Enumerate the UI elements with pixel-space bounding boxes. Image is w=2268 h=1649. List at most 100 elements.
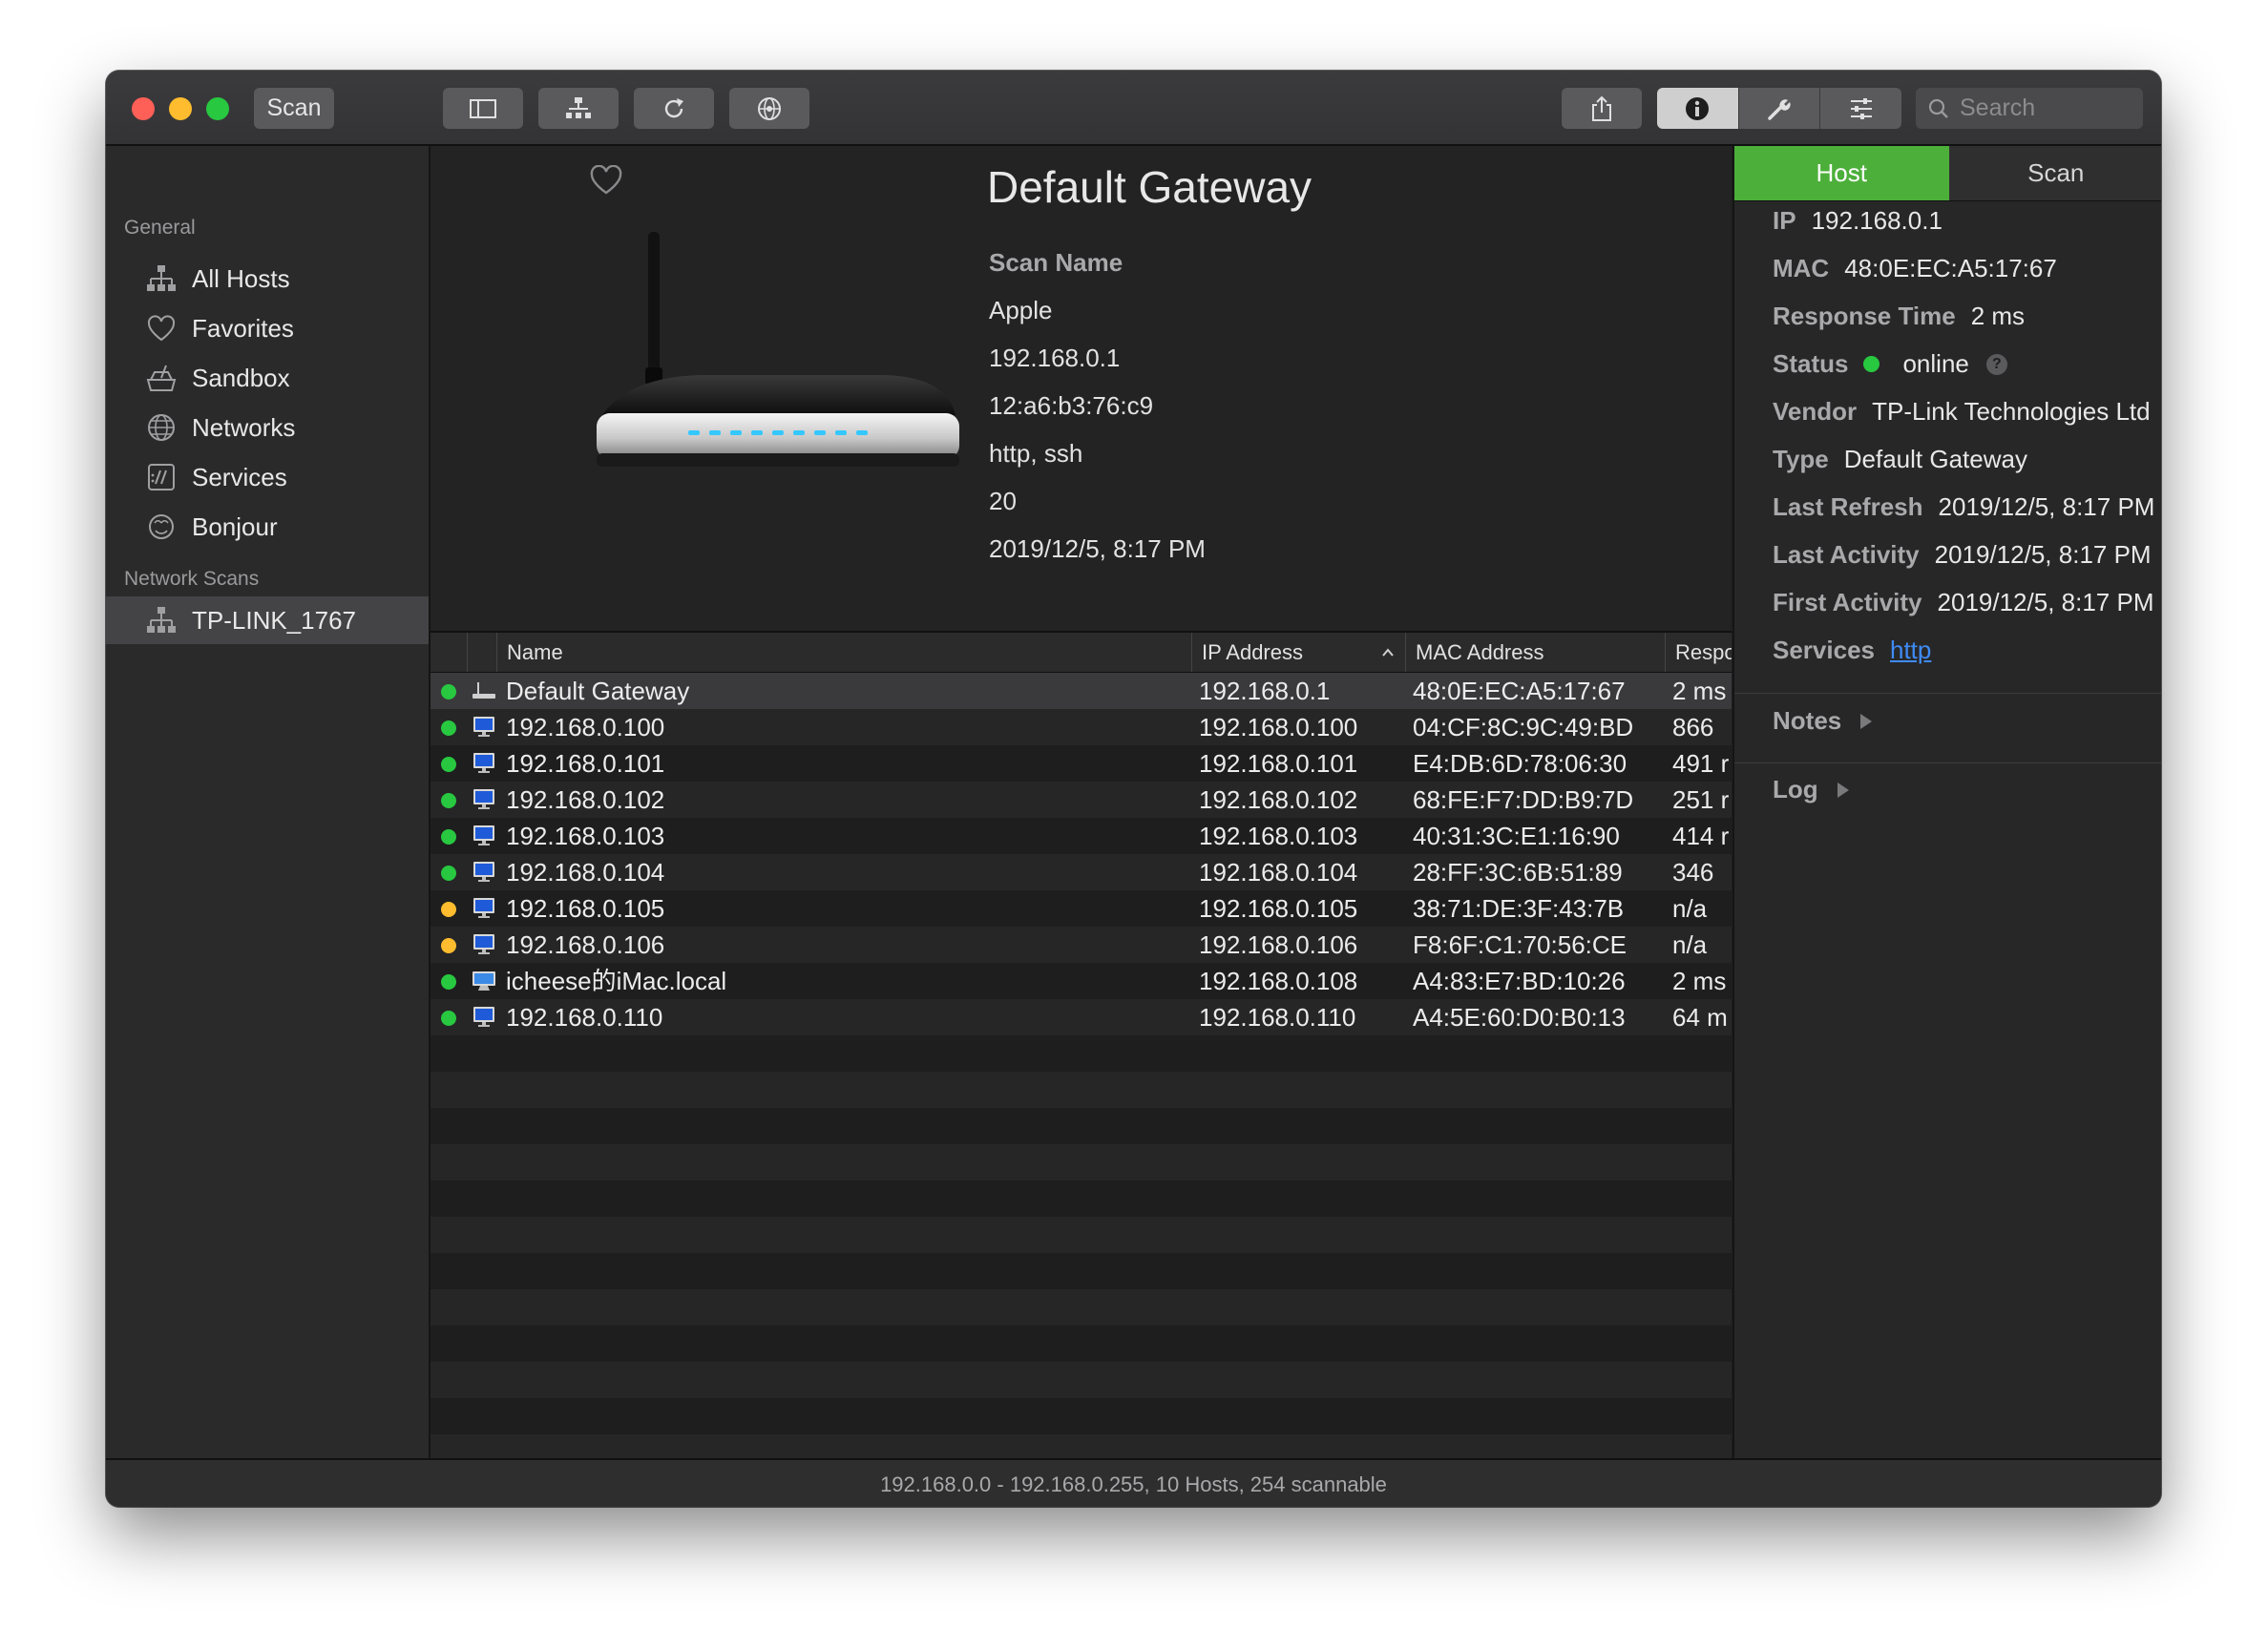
network-globe-button[interactable] <box>729 88 809 129</box>
host-response: 414 r <box>1672 822 1730 850</box>
sliders-icon <box>1850 97 1872 119</box>
favorite-heart-icon[interactable] <box>589 165 623 196</box>
detail-date-value: 2019/12/5, 8:17 PM <box>989 534 1206 563</box>
notes-disclosure[interactable]: Notes <box>1773 706 1873 736</box>
host-response: 2 ms <box>1672 967 1727 995</box>
host-response: n/a <box>1672 894 1708 923</box>
host-mac: F8:6F:C1:70:56:CE <box>1413 930 1627 959</box>
status-dot <box>441 720 456 736</box>
table-row[interactable]: 192.168.0.100 192.168.0.100 04:CF:8C:9C:49… <box>430 709 1732 745</box>
table-row[interactable]: icheese的iMac.local 192.168.0.108 A4:83:E7:… <box>430 963 1732 999</box>
host-mac: 28:FF:3C:6B:51:89 <box>1413 858 1623 887</box>
host-ip: 192.168.0.110 <box>1199 1003 1356 1032</box>
sidebar-item-tp-link-scan[interactable]: TP-LINK_1767 <box>106 596 429 644</box>
info-icon <box>1686 96 1710 120</box>
type-label: Type <box>1773 445 1829 473</box>
sidebar-item-sandbox[interactable]: Sandbox <box>106 354 429 402</box>
network-map-button[interactable] <box>538 88 619 129</box>
host-ip: 192.168.0.104 <box>1199 858 1358 887</box>
sidebar-item-all-hosts[interactable]: All Hosts <box>106 255 429 303</box>
zoom-window-button[interactable] <box>206 97 229 120</box>
table-row[interactable]: 192.168.0.101 192.168.0.101 E4:DB:6D:78:06… <box>430 745 1732 782</box>
host-title: Default Gateway <box>987 162 1312 212</box>
help-icon[interactable]: ? <box>1985 353 2007 375</box>
mac-column-header[interactable]: MAC Address <box>1405 633 1665 672</box>
inspector-panel: Host Scan IP 192.168.0.1 MAC 48:0E:EC:A5… <box>1732 146 2161 1458</box>
host-name: icheese的iMac.local <box>506 967 727 995</box>
host-ip: 192.168.0.106 <box>1199 930 1358 959</box>
table-row[interactable]: 192.168.0.106 192.168.0.106 F8:6F:C1:70:56… <box>430 927 1732 963</box>
last-activity-label: Last Activity <box>1773 540 1920 569</box>
inspector-tabs: Host Scan <box>1734 146 2161 201</box>
share-button[interactable] <box>1562 88 1642 129</box>
sidebar-item-networks[interactable]: Networks <box>106 404 429 451</box>
scan-button[interactable]: Scan <box>254 88 334 129</box>
host-ip: 192.168.0.1 <box>1199 677 1331 705</box>
tab-scan[interactable]: Scan <box>1948 146 2161 200</box>
sidebar-item-label: Services <box>192 462 287 491</box>
services-label: Services <box>1773 636 1875 664</box>
host-mac: A4:83:E7:BD:10:26 <box>1413 967 1626 995</box>
table-row-empty <box>430 1289 1732 1325</box>
host-mac: 04:CF:8C:9C:49:BD <box>1413 713 1634 741</box>
last-refresh-label: Last Refresh <box>1773 492 1923 521</box>
table-row[interactable]: 192.168.0.104 192.168.0.104 28:FF:3C:6B:51… <box>430 854 1732 890</box>
settings-tab-button[interactable] <box>1820 88 1902 129</box>
sidebar-toggle-button[interactable] <box>443 88 523 129</box>
tools-tab-button[interactable] <box>1738 88 1821 129</box>
minimize-window-button[interactable] <box>169 97 192 120</box>
sidebar-item-services[interactable]: Services <box>106 453 429 501</box>
network-tree-icon <box>144 261 178 296</box>
online-status-dot <box>1863 356 1880 372</box>
host-ip: 192.168.0.103 <box>1199 822 1358 850</box>
host-ip: 192.168.0.108 <box>1199 967 1358 995</box>
monitor-icon <box>472 787 496 819</box>
host-mac: 40:31:3C:E1:16:90 <box>1413 822 1620 850</box>
table-row[interactable]: Default Gateway 192.168.0.1 48:0E:EC:A5:17… <box>430 673 1732 709</box>
sidebar-item-bonjour[interactable]: Bonjour <box>106 503 429 551</box>
table-row[interactable]: 192.168.0.102 192.168.0.102 68:FE:F7:DD:B9… <box>430 782 1732 818</box>
host-name: 192.168.0.110 <box>506 1003 663 1032</box>
status-dot <box>441 938 456 953</box>
main-content: Default Gateway Scan Name Apple 192.168.… <box>430 146 1732 1507</box>
host-name: 192.168.0.102 <box>506 785 665 814</box>
services-http-link[interactable]: http <box>1890 636 1931 665</box>
table-row[interactable]: 192.168.0.105 192.168.0.105 38:71:DE:3F:43… <box>430 890 1732 927</box>
sandbox-icon <box>144 361 178 395</box>
sidebar-item-favorites[interactable]: Favorites <box>106 304 429 352</box>
scan-name-label: Scan Name <box>989 248 1124 277</box>
detail-services-value: http, ssh <box>989 439 1083 468</box>
host-mac: E4:DB:6D:78:06:30 <box>1413 749 1628 778</box>
close-window-button[interactable] <box>132 97 155 120</box>
sidebar-toggle-icon <box>470 98 496 118</box>
name-column-header[interactable]: Name <box>496 633 1148 672</box>
disclosure-triangle-icon <box>1860 713 1873 729</box>
host-mac: 68:FE:F7:DD:B9:7D <box>1413 785 1634 814</box>
table-row[interactable]: 192.168.0.110 192.168.0.110 A4:5E:60:D0:B0… <box>430 999 1732 1035</box>
ip-column-header[interactable]: IP Address <box>1191 633 1405 672</box>
first-activity-row: First Activity 2019/12/5, 8:17 PM <box>1773 588 2153 617</box>
network-map-icon <box>566 96 591 118</box>
refresh-icon <box>664 97 683 117</box>
tab-host[interactable]: Host <box>1734 146 1949 200</box>
info-tab-button[interactable] <box>1657 88 1739 129</box>
monitor-icon <box>472 824 496 855</box>
notes-label: Notes <box>1773 706 1842 735</box>
search-input[interactable]: Search <box>1916 88 2143 129</box>
sidebar-item-label: Sandbox <box>192 363 290 392</box>
response-column-header[interactable]: Respo <box>1665 633 1732 672</box>
log-disclosure[interactable]: Log <box>1773 775 1849 804</box>
table-row[interactable]: 192.168.0.103 192.168.0.103 40:31:3C:E1:16… <box>430 818 1732 854</box>
status-dot <box>441 757 456 772</box>
table-row-empty <box>430 1217 1732 1253</box>
status-dot <box>441 793 456 808</box>
table-row-empty <box>430 1180 1732 1217</box>
ip-row: IP 192.168.0.1 <box>1773 206 1942 236</box>
host-name: 192.168.0.106 <box>506 930 665 959</box>
last-activity-value: 2019/12/5, 8:17 PM <box>1934 540 2152 569</box>
host-table-body: Default Gateway 192.168.0.1 48:0E:EC:A5:17… <box>430 673 1732 1507</box>
divider <box>1734 762 2161 763</box>
refresh-button[interactable] <box>634 88 714 129</box>
mac-label: MAC <box>1773 254 1830 282</box>
detail-ip-value: 192.168.0.1 <box>989 344 1121 372</box>
